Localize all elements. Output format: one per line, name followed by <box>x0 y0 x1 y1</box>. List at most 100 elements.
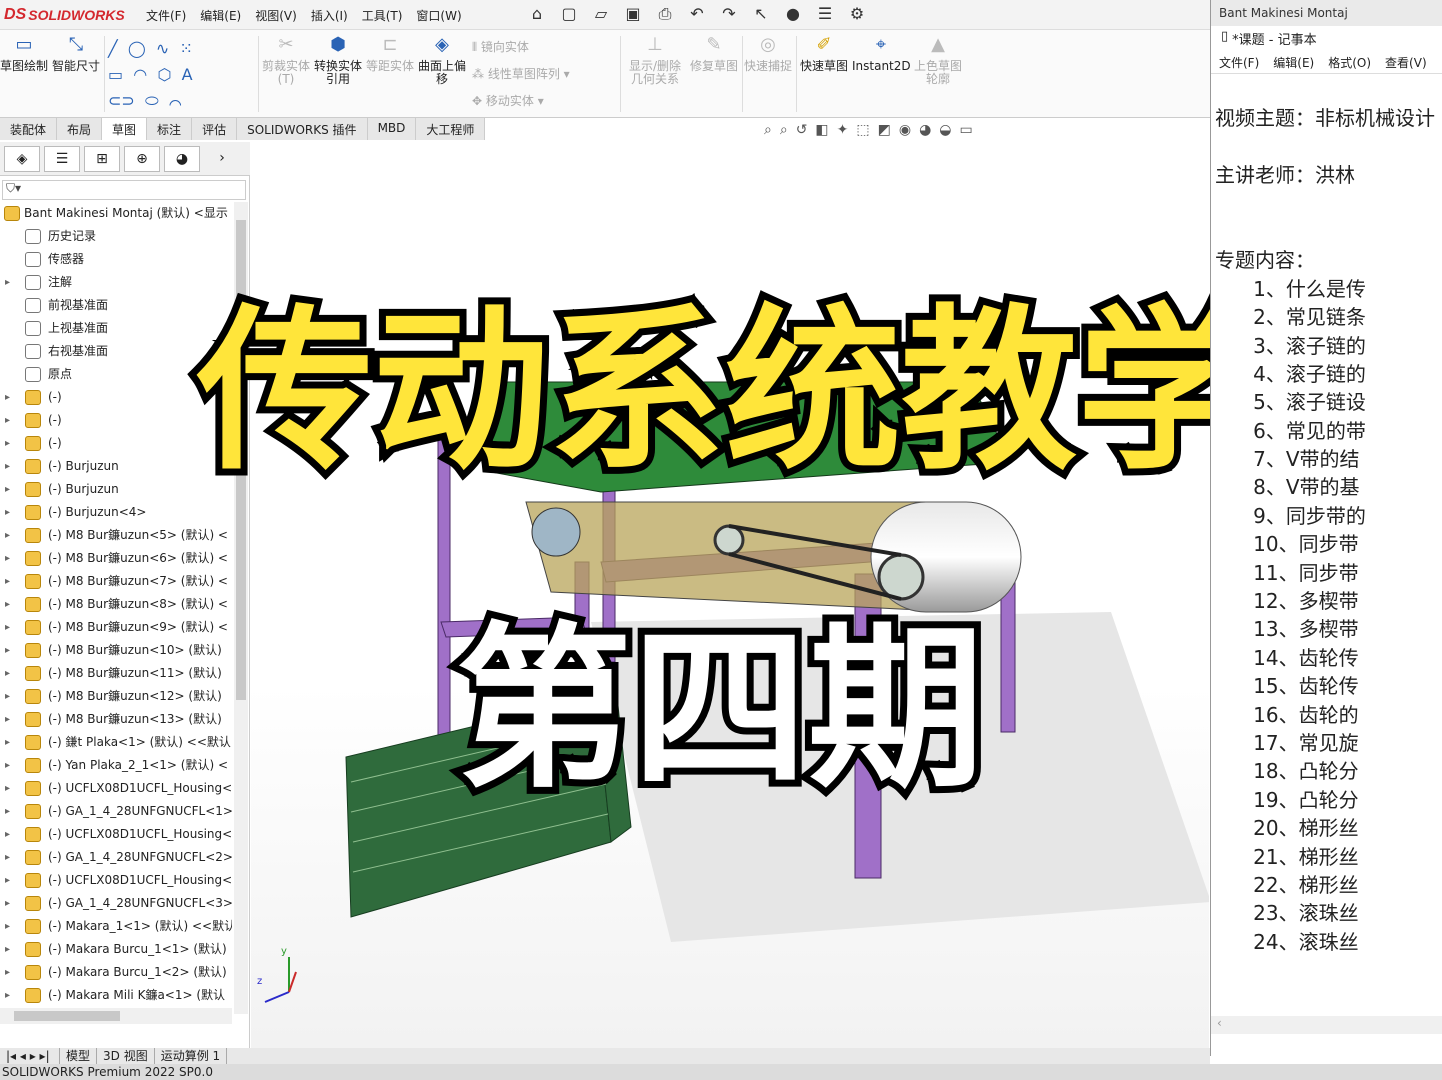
property-manager-tab-icon[interactable]: ☰ <box>44 146 80 172</box>
move-entities-button[interactable]: ✥ 移动实体 ▾ <box>472 92 544 109</box>
expand-arrow-icon[interactable]: ▸ <box>5 846 10 869</box>
tree-item[interactable]: ▸ (-) M8 Bur鐮uzun<10> (默认) <box>0 639 232 662</box>
tree-item[interactable]: ▸ (-) M8 Bur鐮uzun<11> (默认) <box>0 662 232 685</box>
expand-arrow-icon[interactable]: ▸ <box>5 432 10 455</box>
select-cursor-icon[interactable]: ↖ <box>750 4 772 24</box>
repair-sketch-button[interactable]: ✎ 修复草图 <box>690 36 738 73</box>
expand-arrow-icon[interactable]: ▸ <box>5 662 10 685</box>
bottom-tab[interactable]: 3D 视图 <box>97 1048 155 1064</box>
offset-on-surface-button[interactable]: ◈ 曲面上偏移 <box>418 36 466 86</box>
expand-arrow-icon[interactable]: ▸ <box>5 409 10 432</box>
section-view-icon[interactable]: ◧ <box>815 122 828 138</box>
tab-0[interactable]: 装配体 <box>0 118 58 140</box>
expand-arrow-icon[interactable]: ▸ <box>5 478 10 501</box>
apply-scene-icon[interactable]: ◒ <box>939 122 951 138</box>
expand-arrow-icon[interactable]: ▸ <box>5 984 10 1007</box>
line-icon[interactable]: ╱ <box>108 39 118 58</box>
display-manager-tab-icon[interactable]: ◕ <box>164 146 200 172</box>
text-icon[interactable]: A <box>182 65 193 84</box>
show-relations-button[interactable]: ⊥ 显示/删除几何关系 <box>626 36 684 86</box>
bottom-tab[interactable]: 运动算例 1 <box>155 1048 228 1064</box>
expand-arrow-icon[interactable]: ▸ <box>5 754 10 777</box>
tree-item[interactable]: ▸ (-) M8 Bur鐮uzun<6> (默认) < <box>0 547 232 570</box>
open-file-icon[interactable]: ▱ <box>590 4 612 24</box>
quick-snaps-button[interactable]: ◎ 快速捕捉 <box>744 36 792 73</box>
tree-item[interactable]: ▸ (-) Burјuzun<4> <box>0 501 232 524</box>
tree-item[interactable]: ▸ (-) Makara Burcu_1<1> (默认) <box>0 938 232 961</box>
zoom-to-area-icon[interactable]: ⌕ <box>780 122 788 138</box>
tab-3[interactable]: 标注 <box>147 118 193 140</box>
tree-item[interactable]: ▸ (-) UCFLX08D1UCFL_Housing< <box>0 869 232 892</box>
tree-item[interactable]: ▸ (-) GA_1_4_28UNFGNUCFL<3> <box>0 892 232 915</box>
dimxpert-tab-icon[interactable]: ⊕ <box>124 146 160 172</box>
expand-arrow-icon[interactable]: ▸ <box>5 961 10 984</box>
expand-arrow-icon[interactable]: ▸ <box>5 386 10 409</box>
ellipse-icon[interactable]: ⬭ <box>145 91 159 110</box>
rectangle-icon[interactable]: ▭ <box>108 65 123 84</box>
tree-item[interactable]: 历史记录 <box>0 225 232 248</box>
tree-item[interactable]: ▸ (-) M8 Bur鐮uzun<13> (默认) <box>0 708 232 731</box>
expand-arrow-icon[interactable]: ▸ <box>5 869 10 892</box>
expand-arrow-icon[interactable]: ▸ <box>5 271 10 294</box>
tree-item[interactable]: ▸ (-) Makara_1<1> (默认) <<默认 <box>0 915 232 938</box>
expand-arrow-icon[interactable]: ▸ <box>5 547 10 570</box>
menu-item[interactable]: 编辑(E) <box>200 7 241 24</box>
scroll-thumb[interactable] <box>14 1011 120 1021</box>
view-settings-icon[interactable]: ▭ <box>960 122 973 138</box>
notepad-menu-item[interactable]: 查看(V) <box>1385 54 1427 73</box>
display-style-icon[interactable]: ◩ <box>878 122 891 138</box>
notepad-menu-item[interactable]: 格式(O) <box>1328 54 1371 73</box>
smart-dimension-button[interactable]: ⤡ 智能尺寸 <box>52 36 100 73</box>
arc-icon[interactable]: ◠ <box>133 65 147 84</box>
linear-pattern-button[interactable]: ⁂ 线性草图阵列 ▾ <box>472 65 570 82</box>
menu-item[interactable]: 工具(T) <box>362 7 403 24</box>
tree-filter[interactable]: ⛉▾ <box>2 180 246 200</box>
expand-arrow-icon[interactable]: ▸ <box>5 915 10 938</box>
hide-show-items-icon[interactable]: ◉ <box>899 122 911 138</box>
menu-item[interactable]: 插入(I) <box>311 7 348 24</box>
tab-2[interactable]: 草图 <box>102 118 148 140</box>
dynamic-annotation-icon[interactable]: ✦ <box>837 122 849 138</box>
convert-entities-button[interactable]: ⬢ 转换实体引用 <box>314 36 362 86</box>
tab-6[interactable]: MBD <box>367 118 417 140</box>
edit-appearance-icon[interactable]: ◕ <box>919 122 931 138</box>
circle-icon[interactable]: ◯ <box>128 39 146 58</box>
tab-1[interactable]: 布局 <box>57 118 103 140</box>
expand-arrow-icon[interactable]: ▸ <box>5 892 10 915</box>
fillet-icon[interactable]: ⌒ <box>169 91 182 110</box>
tree-item[interactable]: ▸ (-) GA_1_4_28UNFGNUCFL<2> <box>0 846 232 869</box>
expand-arrow-icon[interactable]: ▸ <box>5 593 10 616</box>
expand-arrow-icon[interactable]: ▸ <box>5 501 10 524</box>
notepad-menu-item[interactable]: 文件(F) <box>1219 54 1259 73</box>
notepad-horizontal-scrollbar[interactable]: ‹ <box>1211 1016 1442 1034</box>
point-icon[interactable]: ⁙ <box>179 39 192 58</box>
feature-manager-tab-icon[interactable]: ◈ <box>4 146 40 172</box>
tree-item[interactable]: ▸ (-) UCFLX08D1UCFL_Housing< <box>0 777 232 800</box>
tab-5[interactable]: SOLIDWORKS 插件 <box>237 118 368 140</box>
options-gear-icon[interactable]: ⚙ <box>846 4 868 24</box>
rapid-sketch-button[interactable]: ✐ 快速草图 <box>800 36 848 73</box>
expand-arrow-icon[interactable]: ▸ <box>5 570 10 593</box>
expand-arrow-icon[interactable]: ▸ <box>5 639 10 662</box>
menu-item[interactable]: 窗口(W) <box>416 7 461 24</box>
bottom-tab[interactable]: 模型 <box>60 1048 98 1064</box>
rebuild-icon[interactable]: ● <box>782 4 804 24</box>
tree-item[interactable]: ▸ (-) Makara Burcu_1<2> (默认) <box>0 961 232 984</box>
spline-icon[interactable]: ∿ <box>156 39 169 58</box>
expand-arrow-icon[interactable]: ▸ <box>5 731 10 754</box>
polygon-icon[interactable]: ⬡ <box>157 65 171 84</box>
tree-item[interactable]: ▸ (-) M8 Bur鐮uzun<7> (默认) < <box>0 570 232 593</box>
offset-entities-button[interactable]: ⊏ 等距实体 <box>366 36 414 73</box>
expand-arrow-icon[interactable]: ▸ <box>5 777 10 800</box>
redo-icon[interactable]: ↷ <box>718 4 740 24</box>
expand-arrow-icon[interactable]: ▸ <box>5 800 10 823</box>
panel-expand-icon[interactable]: › <box>204 146 240 172</box>
tree-item[interactable]: ▸ (-) M8 Bur鐮uzun<12> (默认) <box>0 685 232 708</box>
tree-item[interactable]: ▸ (-) Makara Mili K鐮a<1> (默认 <box>0 984 232 1007</box>
new-file-icon[interactable]: ▢ <box>558 4 580 24</box>
expand-arrow-icon[interactable]: ▸ <box>5 455 10 478</box>
tab-7[interactable]: 大工程师 <box>416 118 486 140</box>
tree-item[interactable]: 传感器 <box>0 248 232 271</box>
menu-item[interactable]: 文件(F) <box>146 7 186 24</box>
tree-item[interactable]: ▸ (-) 鎌t Plaka<1> (默认) <<默认 <box>0 731 232 754</box>
